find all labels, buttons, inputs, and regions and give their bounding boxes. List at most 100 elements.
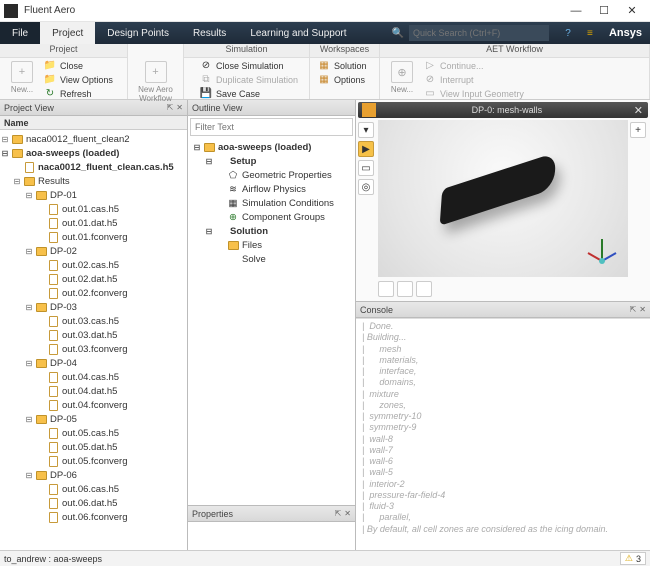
outline-node[interactable]: ⊟Solution [190, 224, 353, 238]
tree-node[interactable]: ⊟DP-04 [0, 356, 187, 370]
tool-cursor-icon[interactable]: ▾ [358, 122, 374, 138]
refresh-button[interactable]: ↻Refresh [44, 87, 113, 100]
close-simulation-button[interactable]: ⊘Close Simulation [200, 59, 298, 72]
tree-node[interactable]: out.02.cas.h5 [0, 258, 187, 272]
outline-node[interactable]: ▦Simulation Conditions [190, 196, 353, 210]
duplicate-simulation-button[interactable]: ⧉Duplicate Simulation [200, 73, 298, 86]
outline-tree[interactable]: ⊟aoa-sweeps (loaded)⊟Setup⬠Geometric Pro… [188, 138, 355, 505]
status-warning-badge[interactable]: ⚠ 3 [620, 552, 646, 565]
tree-node[interactable]: out.05.cas.h5 [0, 426, 187, 440]
mesh-geometry[interactable] [440, 152, 557, 226]
menu-tab-results[interactable]: Results [181, 22, 238, 44]
titlebar: Fluent Aero — ☐ ✕ [0, 0, 650, 22]
solution-icon: ▦ [318, 60, 330, 71]
viewport-add-button[interactable]: + [630, 122, 646, 138]
tree-node[interactable]: out.03.fconverg [0, 342, 187, 356]
pin-icon[interactable]: ⇱ [335, 509, 342, 518]
properties-header[interactable]: Properties ⇱ ✕ [188, 506, 355, 522]
view-tool-1[interactable] [378, 281, 394, 297]
tree-node[interactable]: out.06.fconverg [0, 510, 187, 524]
outline-node[interactable]: ≋Airflow Physics [190, 182, 353, 196]
tree-node[interactable]: ⊟naca0012_fluent_clean2 [0, 132, 187, 146]
tree-node[interactable]: out.04.dat.h5 [0, 384, 187, 398]
right-column: DP-0: mesh-walls ✕ ▾ ▶ ▭ ◎ + [356, 100, 650, 550]
outline-node[interactable]: ⊟Setup [190, 154, 353, 168]
tool-target-icon[interactable]: ◎ [358, 179, 374, 195]
viewport-side-toolbar: ▾ ▶ ▭ ◎ [358, 122, 374, 195]
continue-button[interactable]: ▷Continue... [424, 59, 524, 72]
menu-tab-project[interactable]: Project [40, 22, 95, 44]
maximize-button[interactable]: ☐ [590, 1, 618, 21]
aet-new-icon: ⊕ [391, 61, 413, 83]
close-button[interactable]: ✕ [618, 1, 646, 21]
settings-icon[interactable]: ≡ [581, 24, 599, 42]
outline-node[interactable]: ⊕Component Groups [190, 210, 353, 224]
new-aet-button[interactable]: ⊕ New... [384, 59, 420, 96]
tree-node[interactable]: out.02.dat.h5 [0, 272, 187, 286]
tree-node[interactable]: out.06.dat.h5 [0, 496, 187, 510]
new-project-button[interactable]: + New... [4, 59, 40, 96]
outline-node[interactable]: ⊟aoa-sweeps (loaded) [190, 140, 353, 154]
pin-icon[interactable]: ⇱ [630, 305, 637, 314]
workflow-icon: + [145, 61, 167, 83]
console-header[interactable]: Console ⇱ ✕ [356, 302, 650, 318]
menu-tab-designpoints[interactable]: Design Points [95, 22, 181, 44]
help-icon[interactable]: ? [559, 24, 577, 42]
quick-search-input[interactable] [409, 25, 549, 41]
tree-node[interactable]: ⊟DP-02 [0, 244, 187, 258]
tree-node[interactable]: out.04.fconverg [0, 398, 187, 412]
tree-node[interactable]: ⊟DP-01 [0, 188, 187, 202]
view-input-geom-button[interactable]: ▭View Input Geometry [424, 87, 524, 100]
status-bar: to_andrew : aoa-sweeps ⚠ 3 [0, 550, 650, 566]
tree-node[interactable]: out.03.cas.h5 [0, 314, 187, 328]
project-tree[interactable]: ⊟naca0012_fluent_clean2⊟aoa-sweeps (load… [0, 130, 187, 548]
tree-node[interactable]: out.05.fconverg [0, 454, 187, 468]
viewport-title: DP-0: mesh-walls [380, 105, 634, 115]
app-title: Fluent Aero [24, 5, 562, 16]
tool-play-icon[interactable]: ▶ [358, 141, 374, 157]
tree-node[interactable]: naca0012_fluent_clean.cas.h5 [0, 160, 187, 174]
tree-node[interactable]: out.03.dat.h5 [0, 328, 187, 342]
tree-node[interactable]: ⊟DP-03 [0, 300, 187, 314]
save-case-button[interactable]: 💾Save Case [200, 87, 298, 100]
menu-file[interactable]: File [0, 22, 40, 44]
axis-triad-icon[interactable] [584, 233, 620, 269]
tree-node[interactable]: out.02.fconverg [0, 286, 187, 300]
outline-node[interactable]: Files [190, 238, 353, 252]
view-tool-2[interactable] [397, 281, 413, 297]
menu-tab-learning[interactable]: Learning and Support [238, 22, 358, 44]
tree-node[interactable]: ⊟aoa-sweeps (loaded) [0, 146, 187, 160]
ansys-logo-icon [362, 103, 376, 117]
close-project-button[interactable]: 📁Close [44, 59, 113, 72]
console-output[interactable]: | Done.| Building...| mesh| materials,| … [356, 318, 650, 550]
panel-close-icon[interactable]: ✕ [639, 305, 646, 314]
tree-node[interactable]: out.01.cas.h5 [0, 202, 187, 216]
outline-header[interactable]: Outline View [188, 100, 355, 116]
filter-input[interactable] [190, 118, 353, 136]
viewport-close-icon[interactable]: ✕ [634, 104, 643, 117]
viewport-titlebar[interactable]: DP-0: mesh-walls ✕ [358, 102, 648, 118]
minimize-button[interactable]: — [562, 1, 590, 21]
viewport-3d-scene[interactable] [378, 120, 628, 277]
tree-node[interactable]: out.01.dat.h5 [0, 216, 187, 230]
tree-node[interactable]: ⊟DP-06 [0, 468, 187, 482]
outline-node[interactable]: Solve [190, 252, 353, 266]
tree-node[interactable]: out.06.cas.h5 [0, 482, 187, 496]
geometry-icon: ▭ [424, 88, 436, 99]
view-tool-3[interactable] [416, 281, 432, 297]
tree-node[interactable]: out.05.dat.h5 [0, 440, 187, 454]
outline-node[interactable]: ⬠Geometric Properties [190, 168, 353, 182]
warning-icon: ⚠ [625, 553, 633, 564]
tree-node[interactable]: out.04.cas.h5 [0, 370, 187, 384]
tree-node[interactable]: ⊟Results [0, 174, 187, 188]
tree-node[interactable]: out.01.fconverg [0, 230, 187, 244]
panel-close-icon[interactable]: ✕ [344, 509, 351, 518]
name-column-header[interactable]: Name [0, 116, 187, 130]
tool-box-icon[interactable]: ▭ [358, 160, 374, 176]
tree-node[interactable]: ⊟DP-05 [0, 412, 187, 426]
options-button[interactable]: ▦Options [318, 73, 367, 86]
interrupt-button[interactable]: ⊘Interrupt [424, 73, 524, 86]
new-aero-workflow-button[interactable]: + New Aero Workflow [132, 59, 179, 105]
view-options-button[interactable]: 📁View Options [44, 73, 113, 86]
solution-button[interactable]: ▦Solution [318, 59, 367, 72]
